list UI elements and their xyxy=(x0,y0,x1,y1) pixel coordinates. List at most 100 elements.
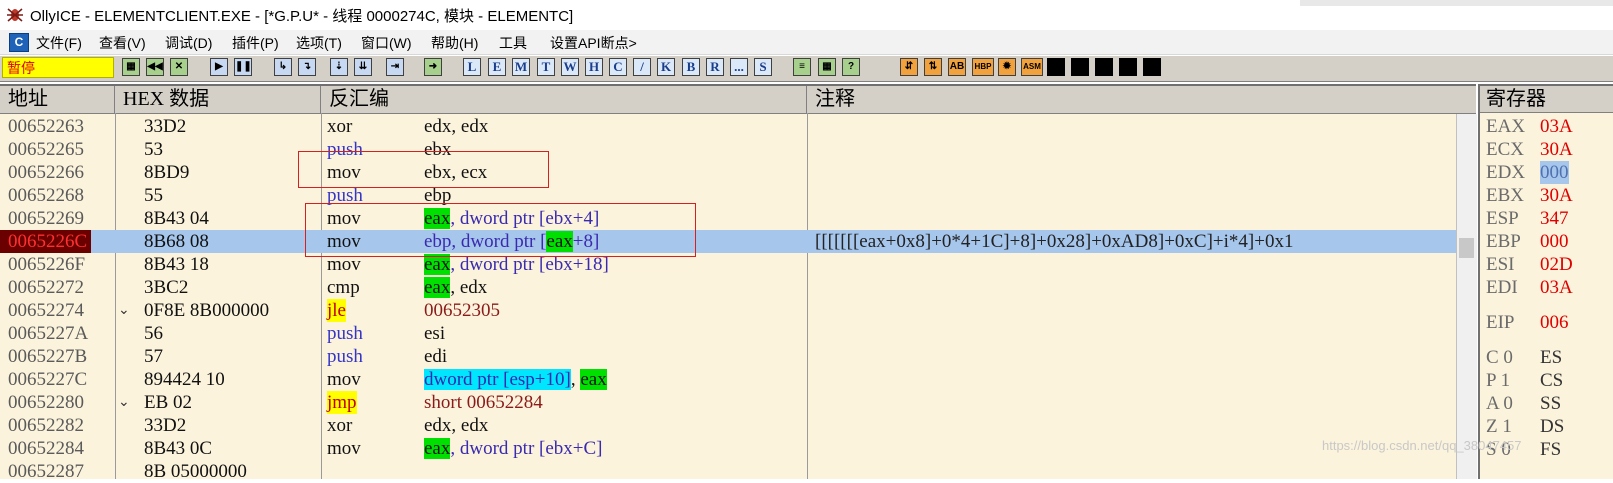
patches-window-button[interactable]: / xyxy=(633,58,651,76)
handles-window-button[interactable]: H xyxy=(585,58,603,76)
menu-plugins[interactable]: 插件(P) xyxy=(232,33,279,53)
menu-set-api-breakpoint[interactable]: 设置API断点> xyxy=(550,33,637,53)
plugin-ab-icon[interactable]: AB xyxy=(948,58,966,76)
disasm-row-selected[interactable]: 0065226C 8B68 08 mov ebp, dword ptr [eax… xyxy=(0,230,1456,253)
flag-c[interactable]: C 0 ES xyxy=(1486,346,1562,369)
modules-window-button[interactable]: E xyxy=(488,58,506,76)
menu-debug[interactable]: 调试(D) xyxy=(165,33,212,53)
register-esi[interactable]: ESI 02D xyxy=(1486,253,1573,276)
row-operands: edx, edx xyxy=(424,415,489,436)
windows-window-button[interactable]: W xyxy=(561,58,579,76)
disassembly-pane[interactable]: 地址 HEX 数据 反汇编 注释 00652263 33D2 xor edx, … xyxy=(0,84,1477,482)
register-edi[interactable]: EDI 03A xyxy=(1486,276,1573,299)
disasm-row[interactable]: 00652287 8B 05000000 xyxy=(0,460,1456,483)
disasm-row[interactable]: 00652265 53 push ebx xyxy=(0,138,1456,161)
run-icon[interactable]: ▶ xyxy=(210,58,228,76)
row-hex: 8B43 0C xyxy=(144,438,213,459)
open-icon[interactable]: ▦ xyxy=(122,58,140,76)
log-window-button[interactable]: L xyxy=(463,58,481,76)
current-eip-address: 0065226C xyxy=(0,230,92,253)
row-address: 00652266 xyxy=(8,162,84,183)
header-comment[interactable]: 注释 xyxy=(807,86,1476,113)
disasm-row[interactable]: 00652268 55 push ebp xyxy=(0,184,1456,207)
plugin-swap-icon[interactable]: ⇅ xyxy=(924,58,942,76)
register-edx[interactable]: EDX 000 xyxy=(1486,161,1569,184)
background-window-edge xyxy=(1300,0,1613,6)
register-eax[interactable]: EAX 03A xyxy=(1486,115,1573,138)
breakpoints-window-button[interactable]: B xyxy=(682,58,700,76)
threads-window-button[interactable]: T xyxy=(537,58,555,76)
cpu-window-button[interactable]: C xyxy=(609,58,627,76)
disasm-scrollbar[interactable] xyxy=(1456,114,1477,479)
row-mnemonic: xor xyxy=(327,415,353,436)
menu-view[interactable]: 查看(V) xyxy=(99,33,146,53)
execute-till-return-icon[interactable]: ⇥ xyxy=(386,58,404,76)
disasm-row[interactable]: 00652272 3BC2 cmp eax, edx xyxy=(0,276,1456,299)
hardware-breakpoint-icon[interactable]: HBP xyxy=(972,58,994,76)
plugin-arrows-icon[interactable]: ⇵ xyxy=(900,58,918,76)
references-window-button[interactable]: R xyxy=(706,58,724,76)
row-operands: dword ptr [esp+10], eax xyxy=(424,368,607,391)
trace-into-icon[interactable]: ⇣ xyxy=(330,58,348,76)
memory-window-button[interactable]: M xyxy=(512,58,530,76)
disasm-row[interactable]: 0065226F 8B43 18 mov eax, dword ptr [ebx… xyxy=(0,253,1456,276)
disasm-row[interactable]: 0065227A 56 push esi xyxy=(0,322,1456,345)
pause-icon[interactable]: ❚❚ xyxy=(234,58,252,76)
register-ebp[interactable]: EBP 000 xyxy=(1486,230,1569,253)
disasm-row[interactable]: 00652263 33D2 xor edx, edx xyxy=(0,115,1456,138)
restart-icon[interactable]: ◀◀ xyxy=(146,58,164,76)
register-esp[interactable]: ESP 347 xyxy=(1486,207,1569,230)
disasm-row[interactable]: 00652274 ⌄ 0F8E 8B000000 jle 00652305 xyxy=(0,299,1456,322)
header-hex[interactable]: HEX 数据 xyxy=(115,86,321,113)
source-window-button[interactable]: S xyxy=(754,58,772,76)
disasm-row[interactable]: 00652269 8B43 04 mov eax, dword ptr [ebx… xyxy=(0,207,1456,230)
disasm-row[interactable]: 00652282 33D2 xor edx, edx xyxy=(0,414,1456,437)
row-mnemonic: cmp xyxy=(327,277,360,298)
flag-z[interactable]: Z 1 DS xyxy=(1486,415,1564,438)
step-over-icon[interactable]: ↴ xyxy=(298,58,316,76)
blank-button-1-icon[interactable] xyxy=(1047,58,1065,76)
flag-a[interactable]: A 0 SS xyxy=(1486,392,1561,415)
blank-button-4-icon[interactable] xyxy=(1119,58,1137,76)
row-comment[interactable]: [[[[[[[eax+0x8]+0*4+1C]+8]+0x28]+0xAD8]+… xyxy=(815,230,1293,253)
flag-p[interactable]: P 1 CS xyxy=(1486,369,1563,392)
header-address[interactable]: 地址 xyxy=(0,86,115,113)
help-icon[interactable]: ? xyxy=(842,58,860,76)
register-ebx[interactable]: EBX 30A xyxy=(1486,184,1573,207)
row-address: 00652272 xyxy=(8,277,84,298)
registers-pane[interactable]: 寄存器 EAX 03A ECX 30A EDX 000 EBX 30A ESP 347 E… xyxy=(1478,84,1613,479)
disasm-row[interactable]: 00652266 8BD9 mov ebx, ecx xyxy=(0,161,1456,184)
grid-icon[interactable]: ▦ xyxy=(818,58,836,76)
blank-button-2-icon[interactable] xyxy=(1071,58,1089,76)
menu-tools[interactable]: 工具 xyxy=(499,33,527,53)
header-disassembly[interactable]: 反汇编 xyxy=(321,86,807,113)
row-hex: 33D2 xyxy=(144,116,187,137)
register-ecx[interactable]: ECX 30A xyxy=(1486,138,1573,161)
list-icon[interactable]: ≡ xyxy=(793,58,811,76)
disasm-row[interactable]: 00652280 ⌄ EB 02 jmp short 00652284 xyxy=(0,391,1456,414)
cpu-window-icon[interactable]: C xyxy=(9,33,29,52)
row-hex: 55 xyxy=(144,185,163,206)
close-icon[interactable]: ✕ xyxy=(170,58,188,76)
disasm-row[interactable]: 0065227B 57 push edi xyxy=(0,345,1456,368)
scrollbar-thumb[interactable] xyxy=(1459,238,1474,258)
step-into-icon[interactable]: ↳ xyxy=(274,58,292,76)
blank-button-5-icon[interactable] xyxy=(1143,58,1161,76)
run-trace-window-button[interactable]: ... xyxy=(730,58,748,76)
menu-options[interactable]: 选项(T) xyxy=(296,33,342,53)
row-hex: 894424 10 xyxy=(144,369,225,390)
call-stack-window-button[interactable]: K xyxy=(657,58,675,76)
blank-button-3-icon[interactable] xyxy=(1095,58,1113,76)
disasm-row[interactable]: 00652284 8B43 0C mov eax, dword ptr [ebx… xyxy=(0,437,1456,460)
row-hex: 8B68 08 xyxy=(144,231,209,252)
menu-help[interactable]: 帮助(H) xyxy=(431,33,478,53)
menu-file[interactable]: 文件(F) xyxy=(36,33,82,53)
menu-window[interactable]: 窗口(W) xyxy=(361,33,412,53)
goto-icon[interactable]: ➜ xyxy=(424,58,442,76)
disasm-row[interactable]: 0065227C 894424 10 mov dword ptr [esp+10… xyxy=(0,368,1456,391)
trace-over-icon[interactable]: ⇊ xyxy=(354,58,372,76)
register-eip[interactable]: EIP 006 xyxy=(1486,311,1569,334)
assembler-icon[interactable]: ASM xyxy=(1021,58,1043,76)
plugin-gear-icon[interactable]: ✹ xyxy=(998,58,1016,76)
row-operands: eax, edx xyxy=(424,276,487,299)
